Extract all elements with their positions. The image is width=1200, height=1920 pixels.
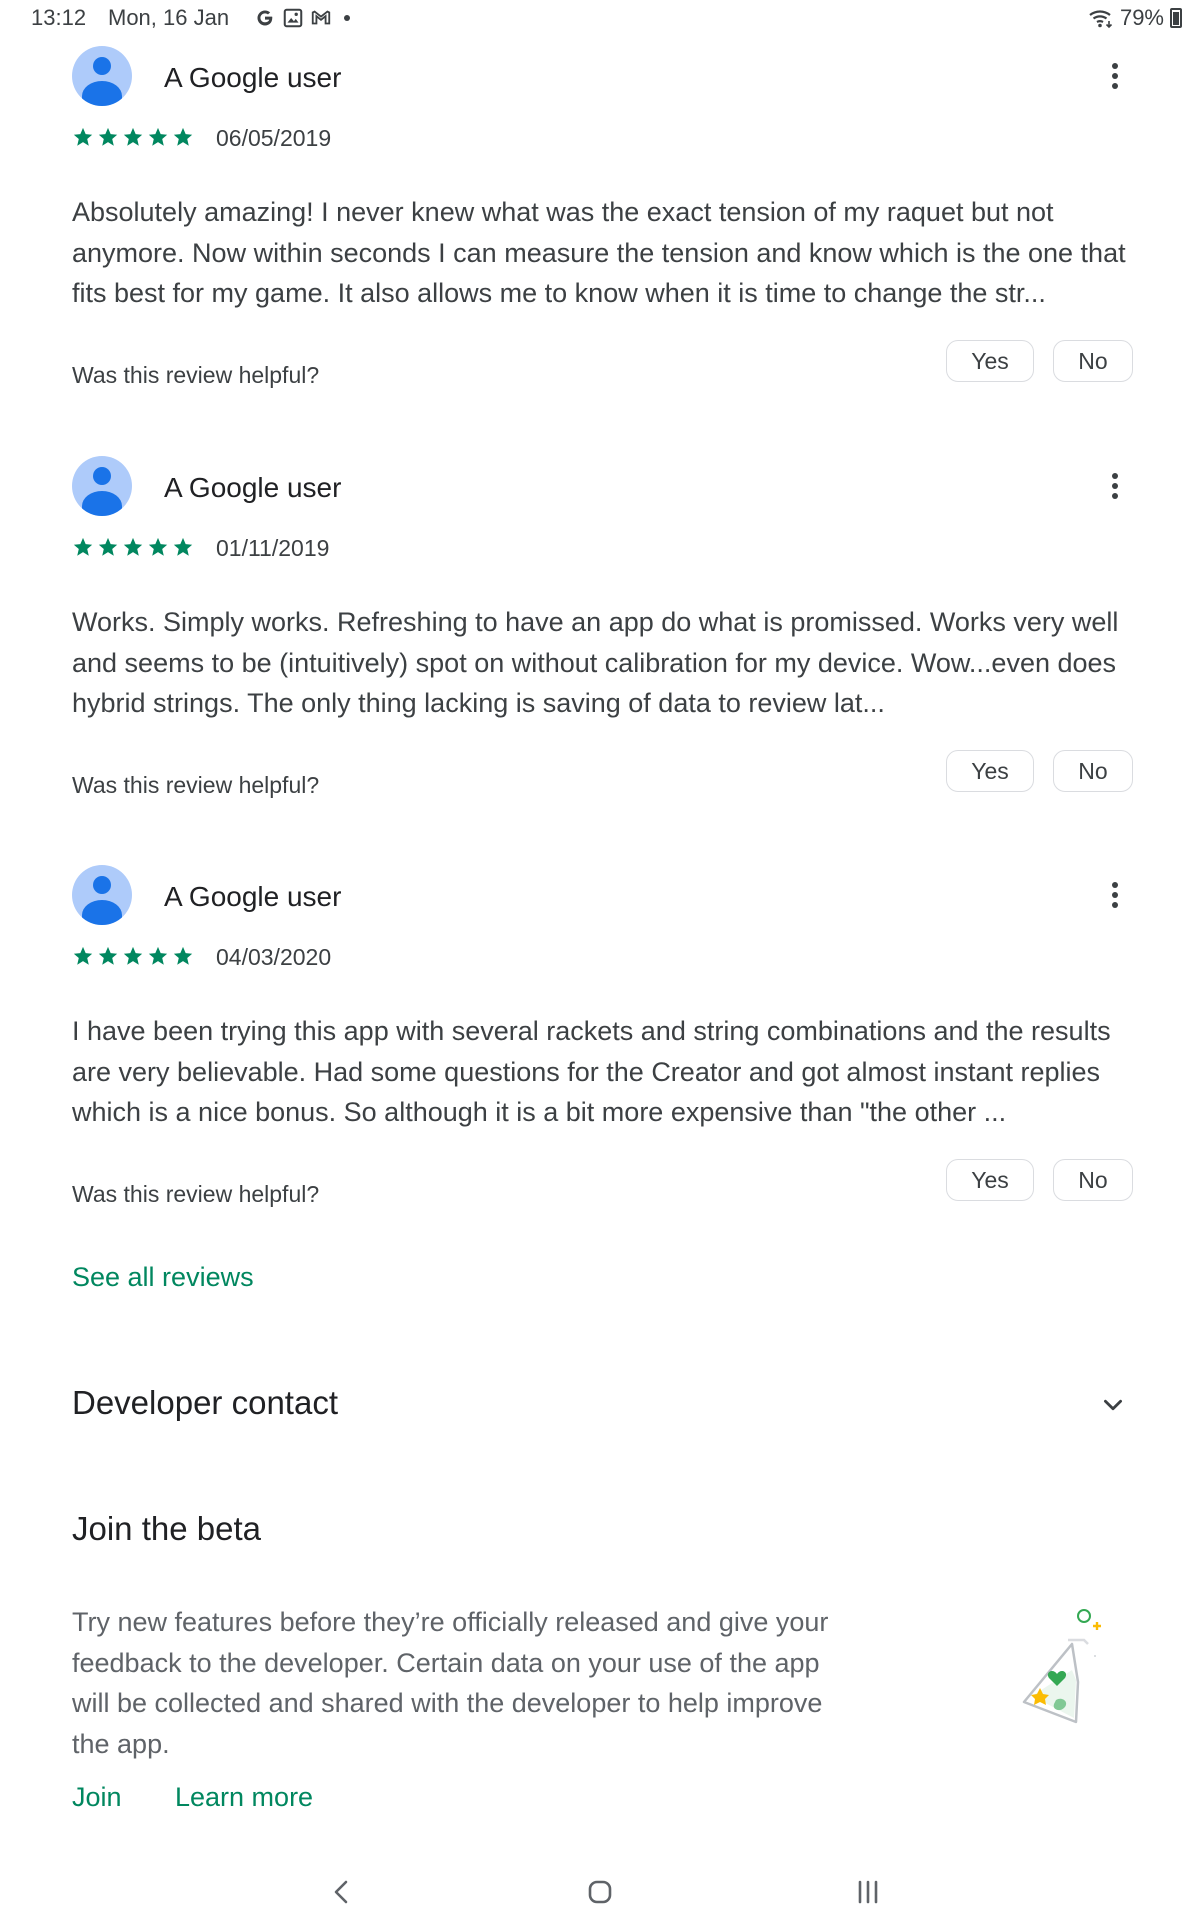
more-options-icon[interactable] xyxy=(1106,54,1124,98)
review-author: A Google user xyxy=(164,472,342,503)
star-icon xyxy=(123,127,143,146)
star-icon xyxy=(73,537,93,556)
avatar xyxy=(72,865,132,925)
beta-description: Try new features before they’re official… xyxy=(72,1607,829,1759)
star-icon xyxy=(173,946,193,965)
notification-icons xyxy=(254,6,350,30)
star-icon xyxy=(73,127,93,146)
status-bar: 13:12 Mon, 16 Jan 79% xyxy=(0,0,1200,36)
star-icon xyxy=(98,127,118,146)
helpful-prompt: Was this review helpful? xyxy=(72,362,320,388)
developer-contact-heading: Developer contact xyxy=(72,1384,338,1421)
helpful-prompt: Was this review helpful? xyxy=(72,1181,320,1207)
avatar xyxy=(72,46,132,106)
star-icon xyxy=(98,537,118,556)
helpful-yes-button[interactable]: Yes xyxy=(946,750,1034,792)
wifi-icon xyxy=(1089,10,1113,29)
star-icon xyxy=(123,946,143,965)
join-beta-link[interactable]: Join xyxy=(72,1782,122,1813)
gallery-icon xyxy=(283,8,303,28)
helpful-yes-button[interactable]: Yes xyxy=(946,1159,1034,1201)
star-icon xyxy=(123,537,143,556)
star-icon xyxy=(173,537,193,556)
recents-icon[interactable] xyxy=(848,1872,888,1912)
helpful-no-button[interactable]: No xyxy=(1053,340,1133,382)
status-date: Mon, 16 Jan xyxy=(108,5,230,30)
helpful-no-button[interactable]: No xyxy=(1053,750,1133,792)
gmail-icon xyxy=(311,10,331,25)
review-text: I have been trying this app with several… xyxy=(72,1016,1111,1127)
navigation-bar xyxy=(0,1866,1200,1920)
battery-icon xyxy=(1170,8,1182,28)
home-icon[interactable] xyxy=(580,1872,620,1912)
star-icon xyxy=(148,537,168,556)
helpful-yes-button[interactable]: Yes xyxy=(946,340,1034,382)
google-icon xyxy=(257,10,273,26)
more-options-icon[interactable] xyxy=(1106,873,1124,917)
learn-more-link[interactable]: Learn more xyxy=(175,1782,313,1813)
helpful-prompt: Was this review helpful? xyxy=(72,772,320,798)
star-icon xyxy=(98,946,118,965)
star-rating xyxy=(72,126,194,148)
star-rating xyxy=(72,945,194,967)
helpful-no-button[interactable]: No xyxy=(1053,1159,1133,1201)
beta-heading: Join the beta xyxy=(72,1510,261,1547)
chevron-down-icon[interactable] xyxy=(1100,1392,1126,1418)
star-icon xyxy=(73,946,93,965)
see-all-reviews-link[interactable]: See all reviews xyxy=(72,1262,254,1293)
review-author: A Google user xyxy=(164,62,342,93)
star-rating xyxy=(72,536,194,558)
review-card: A Google user 01/11/2019 Works. Simply w… xyxy=(0,456,1200,816)
more-options-icon[interactable] xyxy=(1106,464,1124,508)
star-icon xyxy=(148,127,168,146)
review-text: Works. Simply works. Refreshing to have … xyxy=(72,607,1119,718)
battery-percent: 79% xyxy=(1119,5,1164,30)
star-icon xyxy=(173,127,193,146)
review-date: 06/05/2019 xyxy=(216,125,332,151)
review-author: A Google user xyxy=(164,881,342,912)
star-icon xyxy=(148,946,168,965)
review-card: A Google user 06/05/2019 Absolutely amaz… xyxy=(0,46,1200,406)
avatar xyxy=(72,456,132,516)
review-date: 01/11/2019 xyxy=(216,535,330,561)
review-card: A Google user 04/03/2020 I have been try… xyxy=(0,865,1200,1225)
review-date: 04/03/2020 xyxy=(216,944,332,970)
status-time: 13:12 xyxy=(31,5,87,30)
review-text: Absolutely amazing! I never knew what wa… xyxy=(72,197,1126,308)
beta-flask-icon xyxy=(1022,1609,1101,1724)
status-right: 79% xyxy=(1088,5,1182,31)
more-notifications-dot xyxy=(344,15,350,21)
back-icon[interactable] xyxy=(322,1872,362,1912)
